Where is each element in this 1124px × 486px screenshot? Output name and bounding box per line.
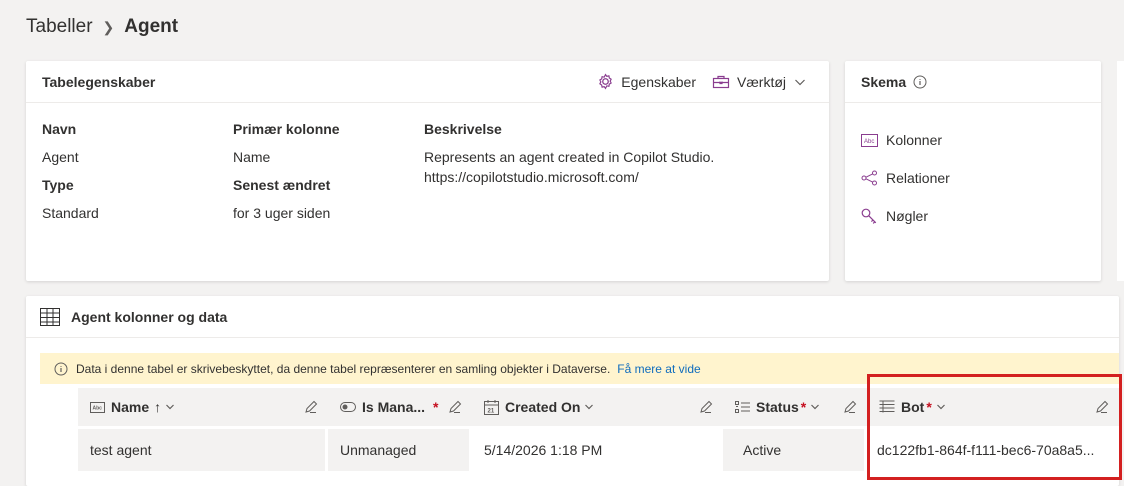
cell-bot[interactable]: dc122fb1-864f-f111-bec6-70a8a5... [867,429,1119,471]
column-header-label: Bot [901,399,925,415]
lookup-icon [879,400,895,413]
required-indicator: * [800,399,807,415]
edit-column-icon[interactable] [304,400,318,414]
table-row[interactable]: test agent Unmanaged 5/14/2026 1:18 PM A… [78,429,1119,471]
cell-status[interactable]: Active [723,429,867,471]
schema-item-relations[interactable]: Relationer [861,159,1085,197]
toolbox-icon [712,75,730,88]
card-edge [1117,61,1124,281]
modified-label: Senest ændret [233,177,331,193]
calendar-icon: 21 [484,399,499,415]
schema-item-columns[interactable]: Abc Kolonner [861,121,1085,159]
text-column-icon: Abc [861,133,878,147]
tools-button[interactable]: Værktøj [712,74,813,90]
primary-column-value: Name [233,149,271,165]
edit-column-icon[interactable] [699,400,713,414]
info-icon[interactable] [913,75,927,89]
column-header-bot[interactable]: Bot * [867,388,1119,426]
info-bar: Data i denne tabel er skrivebeskyttet, d… [40,353,1119,384]
column-header-label: Status [756,399,799,415]
columns-data-card: Agent kolonner og data Data i denne tabe… [26,296,1119,486]
sort-ascending-icon: ↑ [154,399,162,415]
primary-column-label: Primær kolonne [233,121,340,137]
relations-icon [861,170,877,186]
schema-title: Skema [861,73,907,90]
description-url: https://copilotstudio.microsoft.com/ [424,169,639,185]
breadcrumb-current: Agent [124,16,179,37]
chevron-right-icon: ❯ [102,18,115,35]
required-indicator: * [433,399,439,415]
schema-card: Skema Abc Kolonner Relationer Nøgler [845,61,1101,281]
table-properties-card: Tabelegenskaber Egenskaber Værktøj Navn … [26,61,829,281]
edit-column-icon[interactable] [843,400,857,414]
data-grid: Abc Name ↑ Is Mana... * 21 Created On St… [78,388,1119,471]
schema-item-keys[interactable]: Nøgler [861,197,1085,235]
grid-header-row: Abc Name ↑ Is Mana... * 21 Created On St… [78,388,1119,426]
text-column-icon: Abc [90,401,105,413]
chevron-down-icon [585,404,594,410]
chevron-down-icon [936,404,945,410]
properties-button[interactable]: Egenskaber [597,73,696,90]
edit-column-icon[interactable] [1095,400,1109,414]
schema-item-label: Nøgler [886,208,929,224]
required-indicator: * [926,399,932,415]
modified-value: for 3 uger siden [233,205,331,221]
column-header-label: Created On [505,399,581,415]
schema-item-label: Relationer [886,170,950,186]
cell-name[interactable]: test agent [78,429,328,471]
schema-item-label: Kolonner [886,132,943,148]
chevron-down-icon [166,404,175,410]
chevron-down-icon [811,404,820,410]
key-icon [861,208,877,224]
learn-more-link[interactable]: Få mere at vide [617,362,700,376]
name-label: Navn [42,121,77,137]
description-label: Beskrivelse [424,121,502,137]
svg-text:21: 21 [488,408,495,414]
name-value: Agent [42,149,79,165]
breadcrumb-parent[interactable]: Tabeller [26,16,93,38]
breadcrumb: Tabeller ❯ Agent [26,16,178,38]
tools-label: Værktøj [737,73,786,90]
choice-list-icon [735,401,750,413]
column-header-label: Name [111,399,150,415]
svg-text:Abc: Abc [93,405,103,411]
cell-created-on[interactable]: 5/14/2026 1:18 PM [472,429,723,471]
data-section-title: Agent kolonner og data [71,308,228,325]
card-title: Tabelegenskaber [42,73,156,90]
table-icon [40,307,60,326]
toggle-icon [340,402,356,412]
edit-column-icon[interactable] [448,400,462,414]
cell-is-managed[interactable]: Unmanaged [328,429,472,471]
gear-icon [599,73,613,90]
type-value: Standard [42,205,99,221]
column-header-created-on[interactable]: 21 Created On [472,388,723,426]
column-header-status[interactable]: Status * [723,388,867,426]
chevron-down-icon [795,79,805,85]
column-header-is-managed[interactable]: Is Mana... * [328,388,472,426]
info-text: Data i denne tabel er skrivebeskyttet, d… [76,361,611,376]
properties-label: Egenskaber [621,73,696,90]
column-header-name[interactable]: Abc Name ↑ [78,388,328,426]
type-label: Type [42,177,74,193]
description-text: Represents an agent created in Copilot S… [424,149,715,165]
column-header-label: Is Mana... [362,399,426,415]
info-icon [54,362,68,375]
svg-text:Abc: Abc [864,139,874,145]
